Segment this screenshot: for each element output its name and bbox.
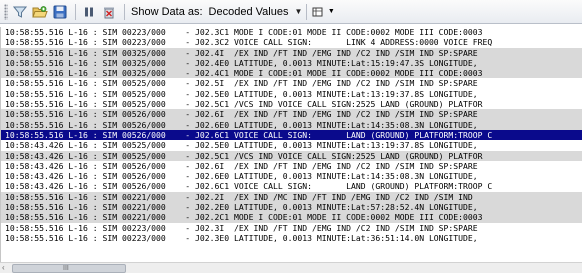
chevron-down-icon: ▼ — [294, 7, 303, 16]
log-row[interactable]: 10:58:43.426 L-16 : SIM 00525/000 - J02.… — [1, 140, 582, 150]
message-log[interactable]: 10:58:55.516 L-16 : SIM 00223/000 - J02.… — [0, 27, 582, 262]
open-folder-icon — [32, 5, 48, 17]
log-row[interactable]: 10:58:55.516 L-16 : SIM 00526/000 - J02.… — [1, 119, 582, 130]
toolbar-separator — [306, 3, 308, 20]
toolbar-separator — [75, 3, 76, 20]
filter-icon — [13, 6, 27, 18]
scroll-left-icon[interactable]: ‹ — [2, 263, 5, 273]
log-row[interactable]: 10:58:55.516 L-16 : SIM 00223/000 - J02.… — [1, 233, 582, 243]
show-data-as-value: Decoded Values — [208, 5, 289, 18]
log-row-selected[interactable]: 10:58:55.516 L-16 : SIM 00526/000 - J02.… — [1, 129, 582, 141]
export-chevron-icon: ▼ — [327, 8, 335, 15]
show-data-as-label: Show Data as: — [131, 5, 203, 18]
log-row[interactable]: 10:58:55.516 L-16 : SIM 00525/000 - J02.… — [1, 99, 582, 109]
log-row[interactable]: 10:58:43.426 L-16 : SIM 00526/000 - J02.… — [1, 171, 582, 181]
pause-button[interactable] — [80, 3, 98, 21]
scrollbar-grip: III — [63, 265, 69, 272]
filter-button[interactable] — [11, 3, 29, 21]
clear-button[interactable] — [100, 3, 118, 21]
scrollbar-thumb[interactable]: III — [12, 264, 126, 273]
log-row[interactable]: 10:58:55.516 L-16 : SIM 00525/000 - J02.… — [1, 89, 582, 99]
log-row[interactable]: 10:58:55.516 L-16 : SIM 00325/000 - J02.… — [1, 47, 582, 58]
horizontal-scrollbar[interactable]: ‹ III — [0, 262, 582, 273]
log-row[interactable]: 10:58:55.516 L-16 : SIM 00221/000 - J02.… — [1, 191, 582, 203]
log-row[interactable]: 10:58:55.516 L-16 : SIM 00223/000 - J02.… — [1, 37, 582, 47]
save-icon — [53, 5, 67, 18]
toolbar-grip[interactable] — [4, 3, 8, 20]
log-row[interactable]: 10:58:55.516 L-16 : SIM 00525/000 - J02.… — [1, 78, 582, 88]
toolbar: Show Data as: Decoded Values ▼ ▼ — [0, 0, 582, 24]
log-row[interactable]: 10:58:55.516 L-16 : SIM 00223/000 - J02.… — [1, 27, 582, 37]
log-row[interactable]: 10:58:43.426 L-16 : SIM 00525/000 - J02.… — [1, 150, 582, 161]
log-row[interactable]: 10:58:55.516 L-16 : SIM 00325/000 - J02.… — [1, 68, 582, 79]
log-row[interactable]: 10:58:43.426 L-16 : SIM 00526/000 - J02.… — [1, 161, 582, 171]
log-row[interactable]: 10:58:55.516 L-16 : SIM 00221/000 - J02.… — [1, 212, 582, 223]
show-data-as-dropdown[interactable]: Decoded Values ▼ — [209, 6, 303, 18]
log-row[interactable]: 10:58:55.516 L-16 : SIM 00526/000 - J02.… — [1, 109, 582, 120]
open-button[interactable] — [31, 3, 49, 21]
save-button[interactable] — [51, 3, 69, 21]
log-row[interactable]: 10:58:55.516 L-16 : SIM 00223/000 - J02.… — [1, 223, 582, 233]
export-icon — [312, 7, 323, 16]
trash-icon — [104, 7, 114, 18]
toolbar-separator — [124, 3, 125, 20]
export-button[interactable]: ▼ — [311, 3, 335, 21]
pause-icon — [85, 7, 93, 16]
log-row[interactable]: 10:58:55.516 L-16 : SIM 00221/000 - J02.… — [1, 202, 582, 213]
log-row[interactable]: 10:58:43.426 L-16 : SIM 00526/000 - J02.… — [1, 181, 582, 191]
log-row[interactable]: 10:58:55.516 L-16 : SIM 00325/000 - J02.… — [1, 57, 582, 69]
